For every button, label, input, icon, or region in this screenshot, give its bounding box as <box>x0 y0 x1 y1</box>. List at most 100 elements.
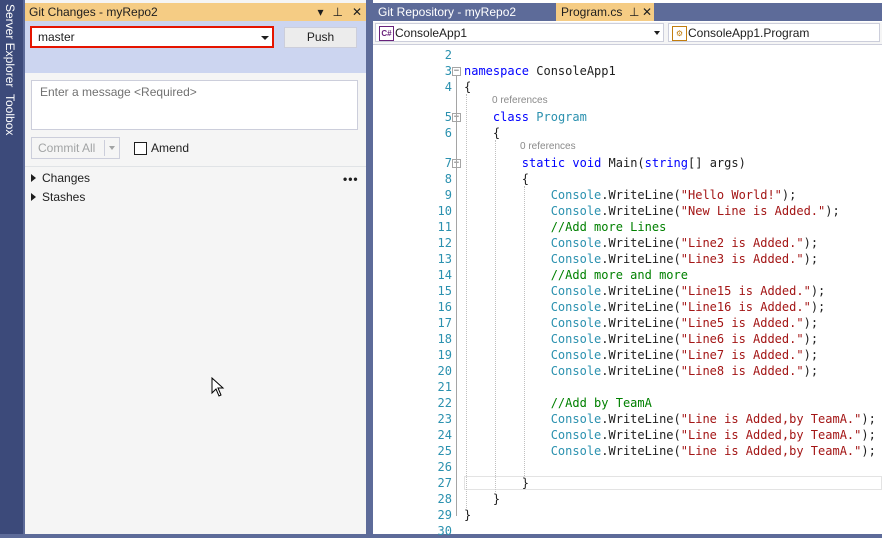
line-number: 26 <box>437 460 452 474</box>
line-number: 8 <box>444 172 452 186</box>
stashes-label: Stashes <box>42 190 86 204</box>
line-number: 7 <box>444 156 452 170</box>
pin-icon[interactable]: ⊥ <box>332 3 342 21</box>
code-line[interactable]: Console.WriteLine("Line16 is Added."); <box>464 300 826 314</box>
code-line[interactable]: { <box>464 80 471 94</box>
code-line[interactable]: Console.WriteLine("Line5 is Added."); <box>464 316 818 330</box>
code-line[interactable]: Console.WriteLine("Line8 is Added."); <box>464 364 818 378</box>
line-number: 11 <box>437 220 452 234</box>
line-number: 27 <box>437 476 452 490</box>
line-number: 13 <box>437 252 452 266</box>
chevron-down-icon[interactable] <box>109 146 115 150</box>
line-number: 12 <box>437 236 452 250</box>
indent-guide <box>466 94 468 508</box>
code-line[interactable]: } <box>464 492 500 506</box>
commit-all-button[interactable]: Commit All <box>31 137 120 159</box>
stashes-section[interactable]: Stashes <box>31 190 85 204</box>
code-line[interactable]: Console.WriteLine("Line2 is Added."); <box>464 236 818 250</box>
amend-checkbox[interactable] <box>134 142 147 155</box>
line-number: 19 <box>437 348 452 362</box>
branch-dropdown[interactable]: master <box>30 26 274 48</box>
git-panel-title: Git Changes - myRepo2 <box>29 5 158 19</box>
line-number: 20 <box>437 364 452 378</box>
code-line[interactable]: Console.WriteLine("Hello World!"); <box>464 188 797 202</box>
close-icon[interactable]: ✕ <box>352 3 362 21</box>
commit-message-input[interactable]: Enter a message <Required> <box>31 80 358 130</box>
indent-guide <box>494 140 497 492</box>
references-codelens[interactable]: 0 references <box>520 141 576 152</box>
expand-icon <box>31 193 36 201</box>
server-explorer-tab[interactable]: Server Explorer <box>3 4 17 87</box>
line-number: 14 <box>437 268 452 282</box>
line-number: 9 <box>444 188 452 202</box>
line-number: 15 <box>437 284 452 298</box>
push-button[interactable]: Push <box>284 27 357 48</box>
tab-program-cs-label: Program.cs <box>561 5 623 19</box>
pin-icon[interactable]: ⊥ <box>629 3 639 21</box>
collapse-icon[interactable]: − <box>452 67 461 76</box>
changes-label: Changes <box>42 171 91 185</box>
project-dropdown[interactable]: C# ConsoleApp1 <box>375 23 664 42</box>
line-number: 3 <box>444 64 452 78</box>
references-codelens[interactable]: 0 references <box>492 95 548 106</box>
chevron-down-icon <box>654 31 660 35</box>
code-line[interactable]: Console.WriteLine("Line is Added,by Team… <box>464 412 876 426</box>
code-line[interactable]: namespace ConsoleApp1 <box>464 64 616 78</box>
line-number: 17 <box>437 316 452 330</box>
code-line[interactable]: //Add by TeamA <box>464 396 652 410</box>
navigation-bar: C# ConsoleApp1 ⚙ ConsoleApp1.Program <box>373 22 882 45</box>
code-line[interactable]: Console.WriteLine("New Line is Added."); <box>464 204 840 218</box>
line-number: 10 <box>437 204 452 218</box>
code-line[interactable]: } <box>464 508 471 522</box>
fold-line <box>456 76 457 516</box>
changes-section[interactable]: Changes <box>31 171 90 185</box>
line-number: 22 <box>437 396 452 410</box>
line-number: 5 <box>444 110 452 124</box>
divider <box>25 166 366 167</box>
class-name: ConsoleApp1.Program <box>688 26 810 40</box>
code-line[interactable]: class Program <box>464 110 587 124</box>
commit-message-placeholder: Enter a message <Required> <box>40 85 197 99</box>
line-number: 6 <box>444 126 452 140</box>
code-line[interactable]: Console.WriteLine("Line is Added,by Team… <box>464 444 876 458</box>
line-number: 18 <box>437 332 452 346</box>
chevron-down-icon <box>261 36 269 40</box>
line-number: 4 <box>444 80 452 94</box>
code-line[interactable]: static void Main(string[] args) <box>464 156 746 170</box>
line-number: 21 <box>437 380 452 394</box>
code-line[interactable]: //Add more and more <box>464 268 688 282</box>
code-line[interactable]: Console.WriteLine("Line15 is Added."); <box>464 284 826 298</box>
close-icon[interactable]: ✕ <box>642 3 652 21</box>
git-changes-panel: Git Changes - myRepo2 ▾ ⊥ ✕ master Push … <box>25 0 366 534</box>
line-number: 30 <box>437 524 452 538</box>
code-line[interactable]: Console.WriteLine("Line6 is Added."); <box>464 332 818 346</box>
code-line[interactable]: { <box>464 126 500 140</box>
branch-bar: master Push <box>25 21 366 73</box>
tab-program-cs[interactable]: Program.cs ⊥ ✕ <box>556 3 654 21</box>
more-options-icon[interactable]: ••• <box>343 172 359 186</box>
code-line[interactable]: Console.WriteLine("Line3 is Added."); <box>464 252 818 266</box>
line-number: 16 <box>437 300 452 314</box>
current-line-highlight <box>464 476 882 490</box>
tab-git-repository[interactable]: Git Repository - myRepo2 <box>373 3 521 21</box>
line-number: 25 <box>437 444 452 458</box>
project-name: ConsoleApp1 <box>395 26 468 40</box>
branch-name: master <box>38 30 75 44</box>
commit-all-label: Commit All <box>38 141 96 155</box>
expand-icon <box>31 174 36 182</box>
indent-guide <box>523 186 526 476</box>
window-menu-icon[interactable]: ▾ <box>317 3 323 21</box>
line-number: 28 <box>437 492 452 506</box>
code-area[interactable]: 2 3 namespace ConsoleApp1 4 {0 references 5 c… <box>373 44 882 538</box>
git-panel-titlebar: Git Changes - myRepo2 ▾ ⊥ ✕ <box>25 3 366 21</box>
toolbox-tab[interactable]: Toolbox <box>3 94 17 135</box>
line-number: 2 <box>444 48 452 62</box>
side-toolbar: Server Explorer Toolbox <box>0 0 23 534</box>
class-dropdown[interactable]: ⚙ ConsoleApp1.Program <box>668 23 880 42</box>
code-line[interactable]: Console.WriteLine("Line is Added,by Team… <box>464 428 876 442</box>
amend-label[interactable]: Amend <box>151 141 189 155</box>
code-line[interactable]: Console.WriteLine("Line7 is Added."); <box>464 348 818 362</box>
document-tabs: Git Repository - myRepo2 Program.cs ⊥ ✕ <box>373 3 882 21</box>
mouse-cursor-icon <box>211 377 225 397</box>
line-number: 24 <box>437 428 452 442</box>
